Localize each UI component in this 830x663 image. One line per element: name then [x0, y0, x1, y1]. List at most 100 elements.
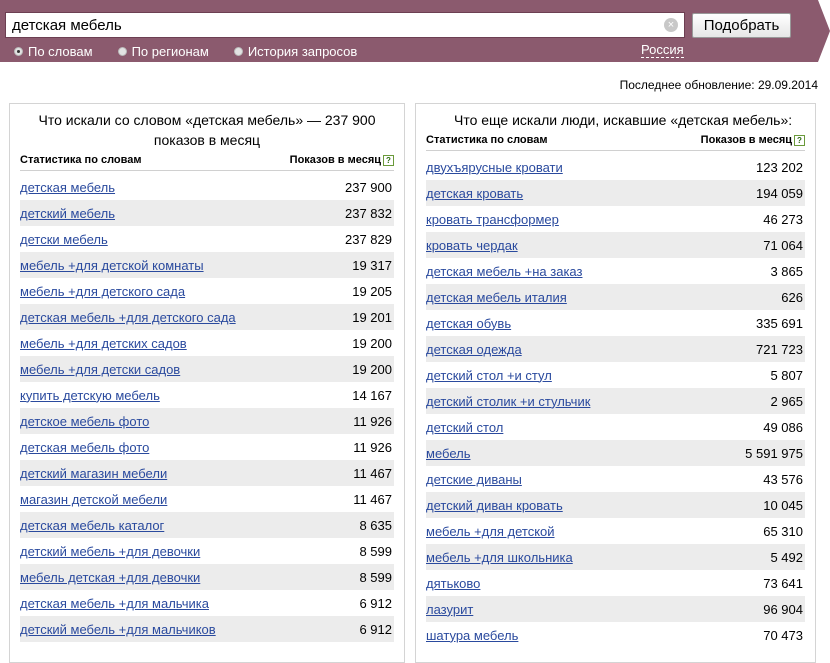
phrase-link[interactable]: детская мебель италия — [426, 290, 567, 305]
phrase-link[interactable]: мебель +для детской комнаты — [20, 258, 204, 273]
table-row: детский мебель +для девочки 8 599 — [20, 538, 394, 564]
col-count-header: Показов в месяц? — [290, 154, 394, 166]
phrase-link[interactable]: мебель — [426, 446, 470, 461]
impressions-count: 19 205 — [352, 283, 392, 299]
phrase-link[interactable]: кровать трансформер — [426, 212, 559, 227]
impressions-count: 19 317 — [352, 257, 392, 273]
phrase-link[interactable]: детская мебель +на заказ — [426, 264, 582, 279]
phrase-link[interactable]: мебель +для школьника — [426, 550, 573, 565]
panel-title: Что еще искали люди, искавшие «детская м… — [454, 112, 793, 128]
region-selector[interactable]: Россия — [641, 43, 684, 58]
phrase-link[interactable]: двухъярусные кровати — [426, 160, 563, 175]
table-row: детская мебель +для детского сада 19 201 — [20, 304, 394, 330]
phrase-link[interactable]: детский стол — [426, 420, 503, 435]
table-row: детский мебель 237 832 — [20, 200, 394, 226]
table-row: кровать трансформер 46 273 — [426, 206, 805, 232]
impressions-count: 8 599 — [359, 569, 392, 585]
phrase-link[interactable]: мебель +для детских садов — [20, 336, 187, 351]
table-row: дятьково 73 641 — [426, 570, 805, 596]
phrase-link[interactable]: детский мебель — [20, 206, 115, 221]
impressions-count: 19 201 — [352, 309, 392, 325]
col-phrase-label: Статистика по словам — [426, 134, 548, 146]
search-mode-tabs: По словам По регионам История запросов — [14, 43, 382, 59]
impressions-count: 43 576 — [763, 471, 803, 487]
impressions-count: 5 591 975 — [745, 445, 803, 461]
col-count-label: Показов в месяц — [289, 154, 381, 166]
mode-query-history[interactable]: История запросов — [233, 43, 358, 59]
table-row: детская мебель 237 900 — [20, 174, 394, 200]
table-row: мебель +для детски садов 19 200 — [20, 356, 394, 382]
table-row: детски мебель 237 829 — [20, 226, 394, 252]
table-row: двухъярусные кровати 123 202 — [426, 154, 805, 180]
table-row: детское мебель фото 11 926 — [20, 408, 394, 434]
phrase-link[interactable]: детский стол +и стул — [426, 368, 552, 383]
table-row: детская мебель фото 11 926 — [20, 434, 394, 460]
phrase-link[interactable]: дятьково — [426, 576, 480, 591]
phrase-link[interactable]: лазурит — [426, 602, 473, 617]
impressions-count: 73 641 — [763, 575, 803, 591]
impressions-count: 19 200 — [352, 361, 392, 377]
mode-by-words[interactable]: По словам — [14, 44, 93, 59]
phrase-link[interactable]: магазин детской мебели — [20, 492, 167, 507]
phrase-link[interactable]: купить детскую мебель — [20, 388, 160, 403]
help-icon[interactable]: ? — [383, 154, 394, 166]
table-row: мебель 5 591 975 — [426, 440, 805, 466]
phrase-link[interactable]: мебель +для детской — [426, 524, 555, 539]
phrase-link[interactable]: детский магазин мебели — [20, 466, 167, 481]
phrase-link[interactable]: мебель +для детского сада — [20, 284, 185, 299]
phrase-link[interactable]: мебель детская +для девочки — [20, 570, 200, 585]
phrase-link[interactable]: шатура мебель — [426, 628, 518, 643]
table-row: детский стол 49 086 — [426, 414, 805, 440]
search-input[interactable] — [12, 15, 652, 35]
table-row: детская мебель +на заказ 3 865 — [426, 258, 805, 284]
phrase-link[interactable]: детский диван кровать — [426, 498, 563, 513]
table-row: мебель +для школьника 5 492 — [426, 544, 805, 570]
impressions-count: 237 829 — [345, 231, 392, 247]
phrase-link[interactable]: детские диваны — [426, 472, 522, 487]
phrase-link[interactable]: детская мебель каталог — [20, 518, 164, 533]
impressions-count: 11 926 — [353, 413, 392, 429]
impressions-count: 237 900 — [345, 179, 392, 195]
table-row: детская мебель +для мальчика 6 912 — [20, 590, 394, 616]
phrase-link[interactable]: детский мебель +для девочки — [20, 544, 200, 559]
impressions-count: 5 492 — [770, 549, 803, 565]
phrase-link[interactable]: мебель +для детски садов — [20, 362, 180, 377]
phrase-link[interactable]: детская мебель +для мальчика — [20, 596, 209, 611]
phrase-link[interactable]: детский мебель +для мальчиков — [20, 622, 216, 637]
column-header: Статистика по словам Показов в месяц? — [20, 150, 394, 171]
mode-label: По словам — [28, 43, 93, 59]
header-arrow-notch — [818, 0, 830, 62]
impressions-count: 46 273 — [763, 211, 803, 227]
mode-by-regions[interactable]: По регионам — [117, 43, 209, 59]
mode-label: История запросов — [247, 43, 358, 59]
phrase-link[interactable]: детская кровать — [426, 186, 523, 201]
table-row: детская мебель италия 626 — [426, 284, 805, 310]
radio-icon[interactable] — [117, 46, 127, 56]
phrase-link[interactable]: детская обувь — [426, 316, 511, 331]
table-row: купить детскую мебель 14 167 — [20, 382, 394, 408]
mode-label: По регионам — [131, 43, 209, 59]
phrase-link[interactable]: детская мебель фото — [20, 440, 149, 455]
impressions-count: 49 086 — [763, 419, 803, 435]
phrase-link[interactable]: кровать чердак — [426, 238, 518, 253]
help-icon[interactable]: ? — [794, 134, 805, 146]
search-header: × Подобрать По словам По регионам Истори… — [0, 0, 830, 62]
phrase-link[interactable]: детская мебель +для детского сада — [20, 310, 236, 325]
col-phrase-label: Статистика по словам — [20, 154, 142, 166]
phrase-link[interactable]: детская мебель — [20, 180, 115, 195]
phrase-link[interactable]: детски мебель — [20, 232, 108, 247]
submit-button[interactable]: Подобрать — [692, 13, 791, 38]
impressions-count: 194 059 — [756, 185, 803, 201]
impressions-count: 65 310 — [763, 523, 803, 539]
clear-icon[interactable]: × — [664, 18, 678, 32]
table-row: детский мебель +для мальчиков 6 912 — [20, 616, 394, 642]
radio-icon[interactable] — [14, 46, 23, 56]
impressions-count: 70 473 — [763, 627, 803, 643]
phrase-link[interactable]: детское мебель фото — [20, 414, 149, 429]
phrase-link[interactable]: детская одежда — [426, 342, 522, 357]
impressions-count: 8 599 — [359, 543, 392, 559]
column-header: Статистика по словам Показов в месяц? — [426, 130, 805, 151]
phrase-link[interactable]: детский столик +и стульчик — [426, 394, 590, 409]
radio-icon[interactable] — [233, 46, 243, 56]
related-table: двухъярусные кровати 123 202 детская крова… — [426, 154, 805, 648]
